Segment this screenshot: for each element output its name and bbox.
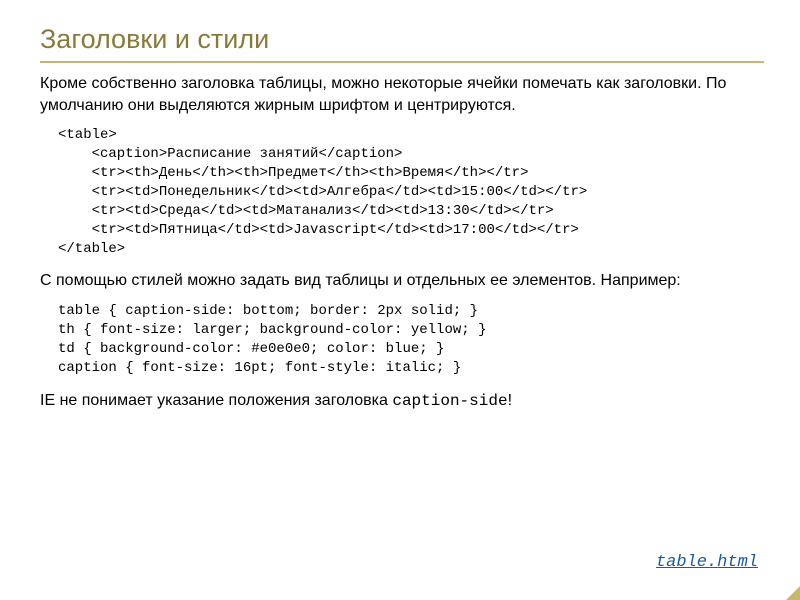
code-block-css: table { caption-side: bottom; border: 2p… [58, 302, 764, 378]
note-text-suffix: ! [508, 392, 512, 409]
intro-paragraph: Кроме собственно заголовка таблицы, можн… [40, 73, 764, 116]
table-html-link[interactable]: table.html [656, 553, 758, 572]
styles-paragraph: С помощью стилей можно задать вид таблиц… [40, 270, 764, 292]
code-block-table: <table> <caption>Расписание занятий</cap… [58, 126, 764, 258]
corner-decoration [786, 586, 800, 600]
slide-title: Заголовки и стили [40, 24, 764, 63]
slide: Заголовки и стили Кроме собственно загол… [0, 0, 800, 600]
note-text-prefix: IE не понимает указание положения заголо… [40, 392, 392, 409]
ie-note: IE не понимает указание положения заголо… [40, 392, 764, 410]
note-code-term: caption-side [392, 392, 507, 410]
